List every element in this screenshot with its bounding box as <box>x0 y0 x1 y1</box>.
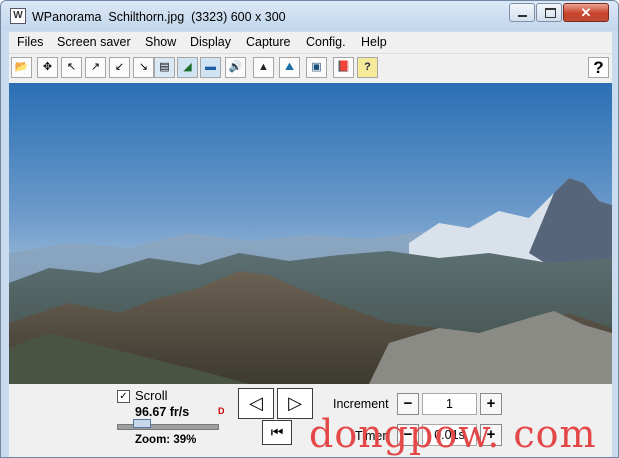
maximize-icon <box>545 8 556 18</box>
menu-config[interactable]: Config. <box>306 35 346 49</box>
close-button[interactable]: ✕ <box>563 3 609 22</box>
record-icon[interactable]: D <box>218 406 228 416</box>
watermark-text: dongpow. com <box>309 412 597 456</box>
open-folder-button[interactable]: 📂 <box>11 57 32 78</box>
menu-bar: Files Screen saver Show Display Capture … <box>9 32 612 54</box>
peak-button[interactable]: ⛰ <box>279 57 300 78</box>
menu-show[interactable]: Show <box>145 35 176 49</box>
menu-screen-saver[interactable]: Screen saver <box>57 35 131 49</box>
panorama-picture <box>9 83 612 384</box>
frame-button[interactable]: ▣ <box>306 57 327 78</box>
scroll-up-right-button[interactable]: ↗ <box>85 57 106 78</box>
app-window: W WPanorama Schilthorn.jpg (3323) 600 x … <box>0 0 619 458</box>
horizon-icon: ▬ <box>205 61 216 73</box>
toolbar: 📂 ✥ ↖ ↗ ↙ ↘ ▤ ◢ ▬ 🔊 ▲ ⛰ ▣ 📕 ? ? <box>9 55 612 82</box>
minimize-button[interactable] <box>509 3 535 22</box>
mountain-button[interactable]: ▲ <box>253 57 274 78</box>
help-button[interactable]: ? <box>588 57 609 78</box>
close-icon: ✕ <box>580 5 592 20</box>
triangle-left-icon: ◁ <box>249 393 263 413</box>
increment-label: Increment <box>333 397 389 411</box>
window-title: WPanorama Schilthorn.jpg (3323) 600 x 30… <box>32 10 286 24</box>
next-button[interactable]: ▷ <box>277 388 313 419</box>
frame-icon: ▣ <box>311 61 322 73</box>
scroll-up-left-button[interactable]: ↖ <box>61 57 82 78</box>
scroll-label: Scroll <box>135 388 168 403</box>
arrow-down-right-icon: ↘ <box>138 61 149 73</box>
menu-display[interactable]: Display <box>190 35 231 49</box>
scroll-down-left-button[interactable]: ↙ <box>109 57 130 78</box>
previous-button[interactable]: ◁ <box>238 388 274 419</box>
triangle-right-icon: ▷ <box>288 393 302 413</box>
panorama-view-icon: ▤ <box>159 61 170 73</box>
controls-panel: ✓ Scroll 96.67 fr/s D Zoom: 39% ◁ ▷ ⏮ In… <box>9 384 612 457</box>
question-mark-icon: ? <box>593 58 604 77</box>
minus-icon: − <box>403 395 413 412</box>
panorama-image[interactable] <box>9 83 612 384</box>
wpanorama-app-icon[interactable]: W <box>10 8 26 24</box>
menu-capture[interactable]: Capture <box>246 35 290 49</box>
book-button[interactable]: 📕 <box>333 57 354 78</box>
plus-icon: + <box>486 395 496 412</box>
open-folder-icon: 📂 <box>14 61 29 73</box>
speaker-icon: 🔊 <box>228 61 243 73</box>
menu-help[interactable]: Help <box>361 35 387 49</box>
move-button[interactable]: ✥ <box>37 57 58 78</box>
arrow-up-left-icon: ↖ <box>66 61 77 73</box>
scroll-down-right-button[interactable]: ↘ <box>133 57 154 78</box>
menu-files[interactable]: Files <box>17 35 43 49</box>
frame-rate-readout: 96.67 fr/s <box>135 405 190 419</box>
landscape-icon: ◢ <box>183 61 192 73</box>
skip-to-start-icon: ⏮ <box>270 424 284 440</box>
title-bar[interactable]: W WPanorama Schilthorn.jpg (3323) 600 x … <box>1 1 618 31</box>
sound-button[interactable]: 🔊 <box>225 57 246 78</box>
zoom-readout: Zoom: 39% <box>135 434 197 446</box>
arrow-down-left-icon: ↙ <box>114 61 125 73</box>
horizon-button[interactable]: ▬ <box>200 57 221 78</box>
help-book-button[interactable]: ? <box>357 57 378 78</box>
peak-icon: ⛰ <box>284 61 295 73</box>
client-area: Files Screen saver Show Display Capture … <box>9 32 612 457</box>
panorama-view-button[interactable]: ▤ <box>154 57 175 78</box>
zoom-slider-thumb[interactable] <box>133 419 151 428</box>
move-arrows-icon: ✥ <box>42 61 53 73</box>
scroll-checkbox[interactable]: ✓ <box>117 390 130 403</box>
book-icon: 📕 <box>336 61 351 73</box>
minimize-icon <box>518 15 527 17</box>
help-book-icon: ? <box>364 61 371 73</box>
mountain-icon: ▲ <box>258 61 269 73</box>
first-button[interactable]: ⏮ <box>262 420 292 445</box>
landscape-button[interactable]: ◢ <box>177 57 198 78</box>
arrow-up-right-icon: ↗ <box>90 61 101 73</box>
maximize-button[interactable] <box>536 3 562 22</box>
